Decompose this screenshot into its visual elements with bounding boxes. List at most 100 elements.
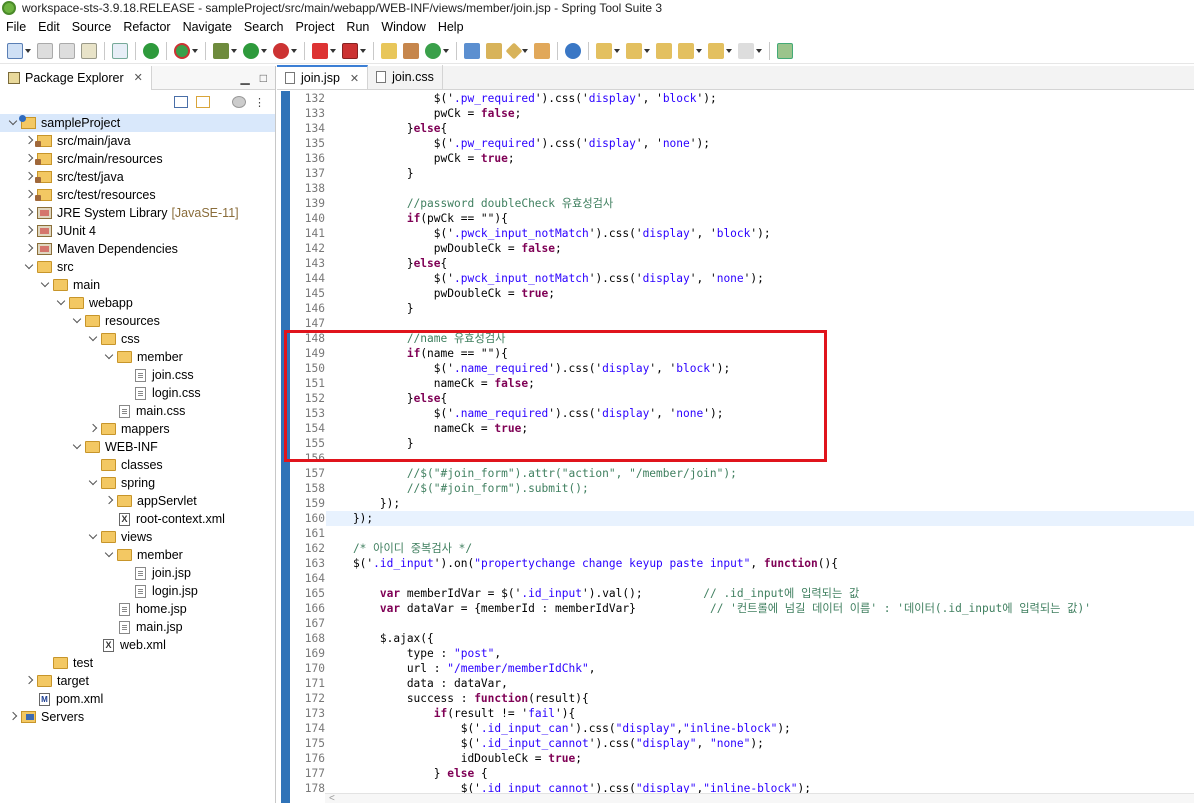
code-text[interactable]: $('.pw_required').css('display', 'block'…: [326, 91, 1194, 796]
code-line[interactable]: }else{: [326, 256, 1194, 271]
code-line[interactable]: });: [326, 496, 1194, 511]
tree-item[interactable]: target: [0, 672, 275, 690]
tree-item[interactable]: home.jsp: [0, 600, 275, 618]
new-class-icon[interactable]: [425, 42, 441, 59]
tree-item[interactable]: main.jsp: [0, 618, 275, 636]
menu-navigate[interactable]: Navigate: [177, 20, 238, 34]
code-line[interactable]: $('.id_input_cannot').css("display", "no…: [326, 736, 1194, 751]
package-explorer-tab[interactable]: Package Explorer ✕: [0, 65, 152, 90]
back-icon[interactable]: [678, 42, 694, 59]
chevron-down-icon[interactable]: [24, 262, 34, 272]
code-line[interactable]: pwDoubleCk = true;: [326, 286, 1194, 301]
tree-item[interactable]: webapp: [0, 294, 275, 312]
chevron-right-icon[interactable]: [104, 496, 114, 506]
code-line[interactable]: idDoubleCk = true;: [326, 751, 1194, 766]
menu-file[interactable]: File: [0, 20, 32, 34]
code-line[interactable]: [326, 526, 1194, 541]
view-menu-icon[interactable]: ⋮: [254, 96, 265, 109]
code-line[interactable]: success : function(result){: [326, 691, 1194, 706]
editor-tab[interactable]: join.jsp ✕: [277, 65, 369, 89]
code-line[interactable]: [326, 451, 1194, 466]
pin-editor-icon[interactable]: [777, 42, 793, 59]
code-line[interactable]: });: [326, 511, 1194, 526]
tree-item[interactable]: src/main/java: [0, 132, 275, 150]
minimize-icon[interactable]: ▁: [241, 71, 250, 85]
code-line[interactable]: var dataVar = {memberId : memberIdVar} /…: [326, 601, 1194, 616]
chevron-down-icon[interactable]: [88, 532, 98, 542]
horizontal-scrollbar[interactable]: <: [325, 793, 1194, 803]
code-line[interactable]: }else{: [326, 121, 1194, 136]
code-line[interactable]: }: [326, 301, 1194, 316]
chevron-right-icon[interactable]: [24, 244, 34, 254]
chevron-down-icon[interactable]: [88, 334, 98, 344]
globe-icon[interactable]: [565, 42, 581, 59]
code-line[interactable]: [326, 571, 1194, 586]
new-class-dropdown-icon[interactable]: [443, 48, 449, 53]
menu-source[interactable]: Source: [66, 20, 118, 34]
code-editor[interactable]: 132 133 134 135 136 137 138 139 140 141 142 143 144 1…: [277, 91, 1194, 803]
chevron-down-icon[interactable]: [8, 118, 18, 128]
back-dropdown-icon[interactable]: [696, 48, 702, 53]
code-line[interactable]: $('.name_required').css('display', 'bloc…: [326, 361, 1194, 376]
code-line[interactable]: //password doubleCheck 유효성검사: [326, 196, 1194, 211]
code-line[interactable]: [326, 616, 1194, 631]
stop-icon[interactable]: [312, 42, 328, 59]
refresh-icon[interactable]: [174, 42, 190, 59]
code-line[interactable]: $('.name_required').css('display', 'none…: [326, 406, 1194, 421]
chevron-right-icon[interactable]: [24, 676, 34, 686]
code-line[interactable]: pwDoubleCk = false;: [326, 241, 1194, 256]
tree-item[interactable]: main.css: [0, 402, 275, 420]
tree-item[interactable]: login.jsp: [0, 582, 275, 600]
refresh-dropdown-icon[interactable]: [192, 48, 198, 53]
code-line[interactable]: nameCk = false;: [326, 376, 1194, 391]
debug-dropdown-icon[interactable]: [231, 48, 237, 53]
code-line[interactable]: if(pwCk == ""){: [326, 211, 1194, 226]
code-line[interactable]: //$("#join_form").attr("action", "/membe…: [326, 466, 1194, 481]
pencil-dropdown-icon[interactable]: [522, 48, 528, 53]
code-line[interactable]: /* 아이디 중복검사 */: [326, 541, 1194, 556]
tree-item[interactable]: src/test/java: [0, 168, 275, 186]
chevron-down-icon[interactable]: [104, 352, 114, 362]
search-icon[interactable]: [534, 42, 550, 59]
filters-icon[interactable]: [232, 96, 246, 108]
chevron-right-icon[interactable]: [24, 208, 34, 218]
chevron-down-icon[interactable]: [104, 550, 114, 560]
code-line[interactable]: var memberIdVar = $('.id_input').val(); …: [326, 586, 1194, 601]
chevron-down-icon[interactable]: [40, 280, 50, 290]
menu-help[interactable]: Help: [432, 20, 470, 34]
menu-project[interactable]: Project: [290, 20, 341, 34]
menu-run[interactable]: Run: [340, 20, 375, 34]
menu-refactor[interactable]: Refactor: [117, 20, 176, 34]
open-type-icon[interactable]: [81, 42, 97, 59]
new-project-icon[interactable]: [381, 42, 397, 59]
open-task-icon[interactable]: [464, 42, 480, 59]
stop-dropdown-icon[interactable]: [330, 48, 336, 53]
tree-item[interactable]: Xweb.xml: [0, 636, 275, 654]
new-dropdown-icon[interactable]: [25, 48, 31, 53]
previous-annotation-icon[interactable]: [626, 42, 642, 59]
run-external-icon[interactable]: [273, 42, 289, 59]
tree-item[interactable]: Servers: [0, 708, 275, 726]
pencil-icon[interactable]: [505, 42, 523, 59]
tree-item[interactable]: resources: [0, 312, 275, 330]
forward-icon[interactable]: [738, 42, 754, 59]
code-line[interactable]: $('.id_input').on("propertychange change…: [326, 556, 1194, 571]
chevron-down-icon[interactable]: [72, 316, 82, 326]
code-line[interactable]: //$("#join_form").submit();: [326, 481, 1194, 496]
tree-item[interactable]: Xroot-context.xml: [0, 510, 275, 528]
chevron-right-icon[interactable]: [24, 136, 34, 146]
tree-item[interactable]: WEB-INF: [0, 438, 275, 456]
close-icon[interactable]: ✕: [350, 72, 359, 85]
server-dropdown-icon[interactable]: [360, 48, 366, 53]
tree-item[interactable]: login.css: [0, 384, 275, 402]
tree-item[interactable]: views: [0, 528, 275, 546]
tree-item[interactable]: main: [0, 276, 275, 294]
link-with-editor-icon[interactable]: [196, 96, 210, 108]
tree-item[interactable]: spring: [0, 474, 275, 492]
chevron-down-icon[interactable]: [56, 298, 66, 308]
tree-item[interactable]: member: [0, 348, 275, 366]
tree-item[interactable]: sampleProject: [0, 114, 275, 132]
tree-item[interactable]: test: [0, 654, 275, 672]
previous-annotation-dropdown-icon[interactable]: [644, 48, 650, 53]
code-line[interactable]: pwCk = true;: [326, 151, 1194, 166]
